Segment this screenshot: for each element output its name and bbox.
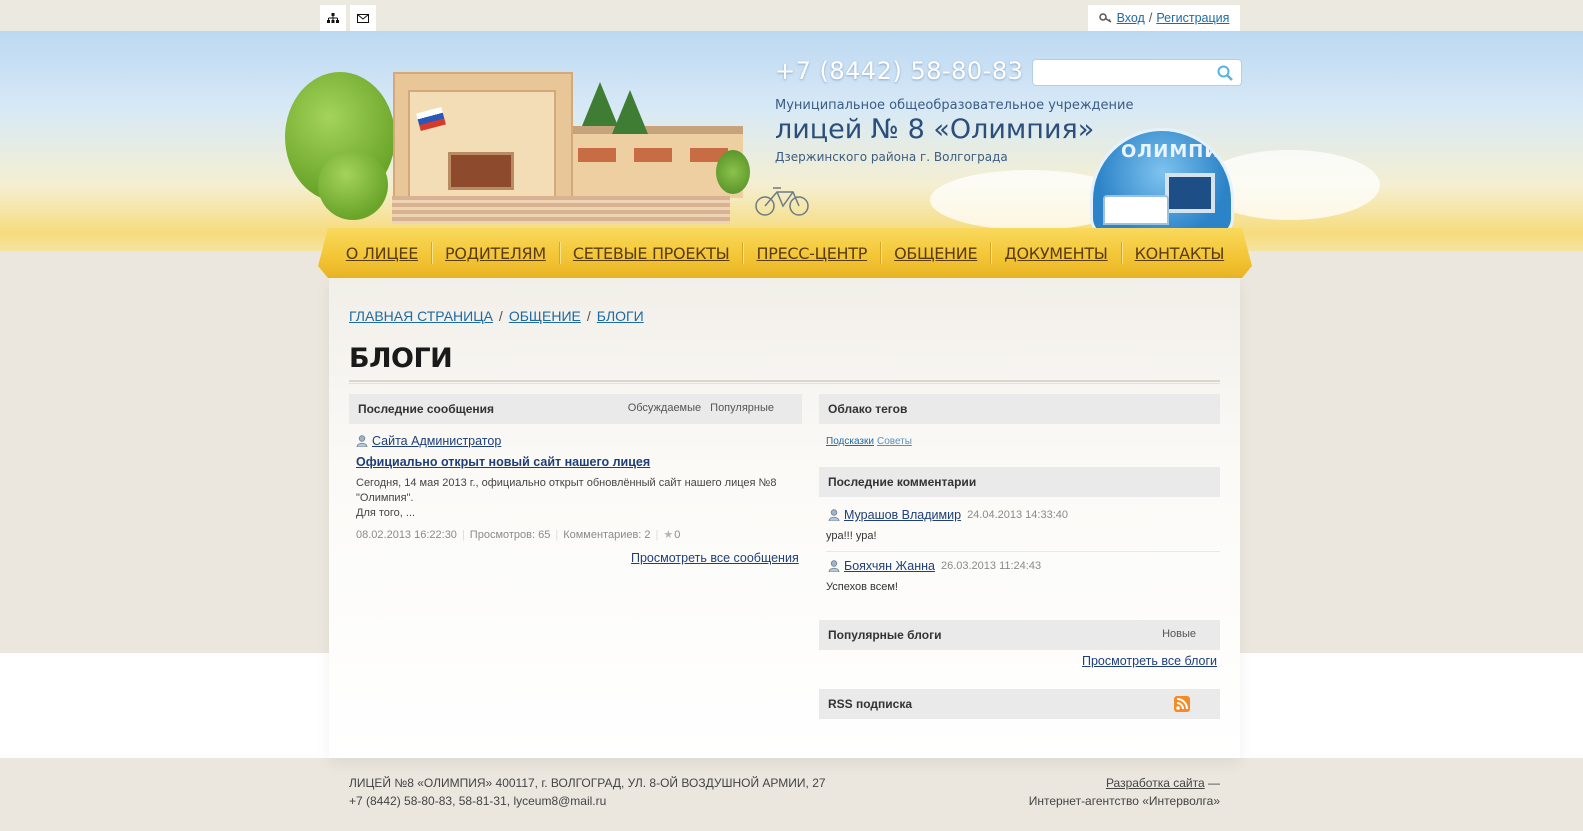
book-icon xyxy=(1103,195,1169,225)
org-title: лицей № 8 «Олимпия» xyxy=(775,114,1095,145)
view-all-blogs-link[interactable]: Просмотреть все блоги xyxy=(1082,654,1217,668)
window xyxy=(634,148,672,162)
comment-author-link[interactable]: Бояхчян Жанна xyxy=(844,559,935,573)
user-icon xyxy=(356,435,368,447)
view-all-posts-link[interactable]: Просмотреть все сообщения xyxy=(631,551,799,565)
rss-icon[interactable] xyxy=(1174,696,1190,712)
building-door xyxy=(448,152,514,190)
tag-cloud: Подсказки Советы xyxy=(826,436,912,447)
meta-divider: | xyxy=(461,528,465,541)
comment-author-link[interactable]: Мурашов Владимир xyxy=(844,508,961,522)
nav-item-about[interactable]: О ЛИЦЕЕ xyxy=(333,244,431,263)
post-date: 08.02.2013 16:22:30 xyxy=(356,528,457,541)
nav-item-parents[interactable]: РОДИТЕЛЯМ xyxy=(432,244,559,263)
developer-link[interactable]: Разработка сайта xyxy=(1106,776,1205,790)
tag-link[interactable]: Советы xyxy=(877,436,912,447)
monitor-icon xyxy=(1165,173,1215,213)
footer-agency: Интернет-агентство «Интерволга» xyxy=(1028,794,1220,808)
post-views: Просмотров: 65 xyxy=(469,528,551,541)
latest-comments-header: Последние комментарии xyxy=(819,467,1220,497)
page-title: БЛОГИ xyxy=(349,343,453,374)
window xyxy=(578,148,616,162)
post-author-link[interactable]: Сайта Администратор xyxy=(372,434,501,448)
tag-cloud-header: Облако тегов xyxy=(819,394,1220,424)
bicycle-icon xyxy=(755,187,809,216)
org-location: Дзержинского района г. Волгограда xyxy=(775,150,1008,164)
popular-blogs-header: Популярные блоги Новые xyxy=(819,620,1220,650)
tab-discussed[interactable]: Обсуждаемые xyxy=(628,402,701,414)
tag-cloud-heading: Облако тегов xyxy=(828,402,908,416)
post-excerpt-line: Сегодня, 14 мая 2013 г., официально откр… xyxy=(356,477,777,489)
meta-divider: | xyxy=(655,528,659,541)
breadcrumb-community[interactable]: ОБЩЕНИЕ xyxy=(509,308,581,324)
sitemap-button[interactable] xyxy=(320,5,346,31)
post-meta: 08.02.2013 16:22:30 | Просмотров: 65 | К… xyxy=(356,528,681,542)
breadcrumb: ГЛАВНАЯ СТРАНИЦА / ОБЩЕНИЕ / БЛОГИ xyxy=(349,308,644,324)
key-icon xyxy=(1098,13,1111,23)
register-link[interactable]: Регистрация xyxy=(1156,11,1229,25)
comment-author-line: Мурашов Владимир 24.04.2013 14:33:40 xyxy=(828,508,1068,522)
auth-box: Вход / Регистрация xyxy=(1088,5,1240,31)
latest-comments-heading: Последние комментарии xyxy=(828,475,977,489)
tag-link[interactable]: Подсказки xyxy=(826,436,874,447)
tab-new[interactable]: Новые xyxy=(1162,628,1196,640)
post-rating: 0 xyxy=(674,528,681,541)
user-icon xyxy=(828,509,840,521)
org-subtitle: Муниципальное общеобразовательное учрежд… xyxy=(775,98,1134,113)
pine-tree-illustration xyxy=(612,90,648,134)
mail-button[interactable] xyxy=(350,5,376,31)
tree-illustration xyxy=(318,150,388,220)
search-input[interactable] xyxy=(1033,60,1213,85)
title-divider xyxy=(349,380,1220,384)
search-box xyxy=(1032,59,1242,86)
main-nav: О ЛИЦЕЕ РОДИТЕЛЯМ СЕТЕВЫЕ ПРОЕКТЫ ПРЕСС-… xyxy=(318,228,1252,278)
popular-blogs-heading: Популярные блоги xyxy=(828,628,942,642)
top-bar-background xyxy=(0,0,1583,31)
footer-credits: Разработка сайта — Интернет-агентство «И… xyxy=(1029,774,1220,810)
bush-illustration xyxy=(716,150,750,194)
footer-address: ЛИЦЕЙ №8 «ОЛИМПИЯ» 400117, г. ВОЛГОГРАД,… xyxy=(349,776,826,790)
logo-text: ОЛИМПИЯ xyxy=(1121,141,1234,162)
comment-author-line: Бояхчян Жанна 26.03.2013 11:24:43 xyxy=(828,559,1041,573)
breadcrumb-home[interactable]: ГЛАВНАЯ СТРАНИЦА xyxy=(349,308,493,324)
footer-phone-email: +7 (8442) 58-80-83, 58-81-31, lyceum8@ma… xyxy=(349,794,607,808)
stairs-illustration xyxy=(392,196,730,224)
auth-separator: / xyxy=(1148,11,1153,25)
comment-text: Успехов всем! xyxy=(826,581,898,593)
post-author-line: Сайта Администратор xyxy=(356,434,501,448)
header-phone: +7 (8442) 58-80-83 xyxy=(775,57,1024,85)
breadcrumb-separator: / xyxy=(498,308,503,324)
meta-divider: | xyxy=(555,528,559,541)
comment-text: ура!!! ура! xyxy=(826,530,877,542)
post-excerpt-line: "Олимпия". xyxy=(356,492,414,504)
footer-dash: — xyxy=(1208,776,1220,790)
post-comments: Комментариев: 2 xyxy=(563,528,651,541)
latest-posts-heading: Последние сообщения xyxy=(358,402,495,416)
post-title-link[interactable]: Официально открыт новый сайт нашего лице… xyxy=(356,455,650,469)
nav-item-press-center[interactable]: ПРЕСС-ЦЕНТР xyxy=(743,244,880,263)
search-icon[interactable] xyxy=(1217,65,1233,81)
rss-heading: RSS подписка xyxy=(828,697,913,711)
sitemap-icon xyxy=(327,13,339,23)
post-excerpt: Сегодня, 14 мая 2013 г., официально откр… xyxy=(356,476,796,521)
star-icon: ★ xyxy=(663,529,674,541)
post-excerpt-line: Для того, ... xyxy=(356,507,416,519)
nav-item-contacts[interactable]: КОНТАКТЫ xyxy=(1122,244,1238,263)
breadcrumb-separator: / xyxy=(586,308,591,324)
comment-date: 26.03.2013 11:24:43 xyxy=(940,560,1042,572)
comment-date: 24.04.2013 14:33:40 xyxy=(967,509,1068,521)
footer-contacts: ЛИЦЕЙ №8 «ОЛИМПИЯ» 400117, г. ВОЛГОГРАД,… xyxy=(349,774,826,810)
user-icon xyxy=(828,560,840,572)
latest-posts-header: Последние сообщения Обсуждаемые Популярн… xyxy=(349,394,802,424)
rss-header: RSS подписка xyxy=(819,689,1220,719)
login-link[interactable]: Вход xyxy=(1117,11,1145,25)
comment-divider xyxy=(826,551,1220,552)
nav-item-documents[interactable]: ДОКУМЕНТЫ xyxy=(991,244,1120,263)
breadcrumb-blogs[interactable]: БЛОГИ xyxy=(597,308,644,324)
tab-popular[interactable]: Популярные xyxy=(710,402,774,414)
nav-item-network-projects[interactable]: СЕТЕВЫЕ ПРОЕКТЫ xyxy=(560,244,743,263)
mail-icon xyxy=(357,13,369,23)
nav-item-community[interactable]: ОБЩЕНИЕ xyxy=(881,244,990,263)
